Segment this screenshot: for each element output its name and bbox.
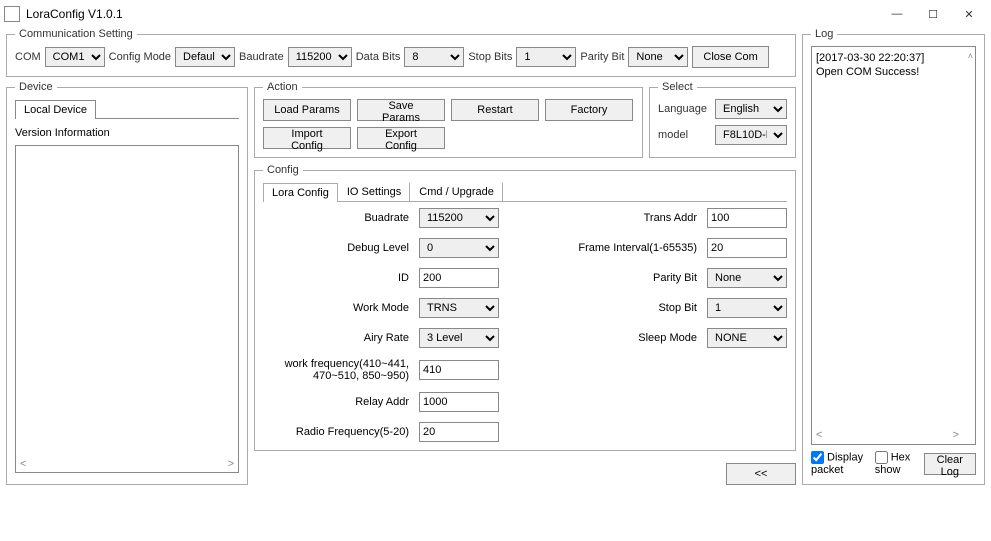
export-config-button[interactable]: Export Config [357,127,445,149]
close-com-button[interactable]: Close Com [692,46,768,68]
config-legend: Config [263,164,303,176]
databits-select[interactable]: 8 [404,47,464,67]
buadrate-label: Buadrate [263,212,413,224]
airy-rate-label: Airy Rate [263,332,413,344]
scroll-left-icon[interactable]: < [20,458,26,470]
id-label: ID [263,272,413,284]
buadrate-select[interactable]: 115200 [419,208,499,228]
scroll-right-icon[interactable]: > [953,428,959,442]
maximize-button[interactable]: ☐ [915,2,951,26]
work-mode-select[interactable]: TRNS [419,298,499,318]
log-line: [2017-03-30 22:20:37] [816,51,971,65]
window-title: LoraConfig V1.0.1 [26,7,879,21]
comm-legend: Communication Setting [15,28,137,40]
language-label: Language [658,103,707,115]
collapse-button[interactable]: << [726,463,796,485]
stopbits-label: Stop Bits [468,51,512,63]
action-legend: Action [263,81,302,93]
config-group: Config Lora Config IO Settings Cmd / Upg… [254,164,796,451]
parity-bit-label: Parity Bit [571,272,701,284]
sleep-mode-select[interactable]: NONE [707,328,787,348]
titlebar: LoraConfig V1.0.1 — ☐ ✕ [0,0,991,28]
databits-label: Data Bits [356,51,401,63]
relay-addr-input[interactable] [419,392,499,412]
work-frequency-label: work frequency(410~441, 470~510, 850~950… [263,358,413,382]
stop-bit-label: Stop Bit [571,302,701,314]
com-select[interactable]: COM1 [45,47,105,67]
model-label: model [658,129,707,141]
tab-local-device[interactable]: Local Device [15,100,96,119]
minimize-button[interactable]: — [879,2,915,26]
work-frequency-input[interactable] [419,360,499,380]
factory-button[interactable]: Factory [545,99,633,121]
log-group: Log ˄ [2017-03-30 22:20:37] Open COM Suc… [802,28,985,485]
config-mode-select[interactable]: Default [175,47,235,67]
display-packet-checkbox[interactable]: Display packet [811,451,867,476]
paritybit-select[interactable]: None [628,47,688,67]
action-group: Action Load Params Save Params Restart F… [254,81,643,158]
select-legend: Select [658,81,697,93]
select-group: Select Language English model F8L10D-N [649,81,796,158]
tab-cmd-upgrade[interactable]: Cmd / Upgrade [410,182,503,201]
log-line: Open COM Success! [816,65,971,79]
scroll-left-icon[interactable]: < [816,428,822,442]
device-group: Device Local Device Version Information … [6,81,248,485]
work-mode-label: Work Mode [263,302,413,314]
id-input[interactable] [419,268,499,288]
close-button[interactable]: ✕ [951,2,987,26]
airy-rate-select[interactable]: 3 Level [419,328,499,348]
load-params-button[interactable]: Load Params [263,99,351,121]
model-select[interactable]: F8L10D-N [715,125,787,145]
trans-addr-input[interactable] [707,208,787,228]
device-legend: Device [15,81,57,93]
paritybit-label: Parity Bit [580,51,624,63]
relay-addr-label: Relay Addr [263,396,413,408]
parity-bit-select[interactable]: None [707,268,787,288]
version-info-label: Version Information [15,127,239,139]
radio-frequency-input[interactable] [419,422,499,442]
app-icon [4,6,20,22]
scroll-up-icon[interactable]: ˄ [968,49,973,63]
save-params-button[interactable]: Save Params [357,99,445,121]
debug-level-select[interactable]: 0 [419,238,499,258]
tab-io-settings[interactable]: IO Settings [338,182,410,201]
communication-setting: Communication Setting COM COM1 Config Mo… [6,28,796,77]
radio-frequency-label: Radio Frequency(5-20) [263,426,413,438]
stop-bit-select[interactable]: 1 [707,298,787,318]
log-textarea[interactable]: ˄ [2017-03-30 22:20:37] Open COM Success… [811,46,976,445]
hex-show-checkbox[interactable]: Hex show [875,451,916,476]
sleep-mode-label: Sleep Mode [571,332,701,344]
import-config-button[interactable]: Import Config [263,127,351,149]
frame-interval-input[interactable] [707,238,787,258]
version-info-box: <> [15,145,239,473]
language-select[interactable]: English [715,99,787,119]
baudrate-label: Baudrate [239,51,284,63]
baudrate-select[interactable]: 115200 [288,47,352,67]
tab-lora-config[interactable]: Lora Config [263,183,338,202]
config-mode-label: Config Mode [109,51,171,63]
stopbits-select[interactable]: 1 [516,47,576,67]
com-label: COM [15,51,41,63]
log-legend: Log [811,28,837,40]
trans-addr-label: Trans Addr [571,212,701,224]
debug-level-label: Debug Level [263,242,413,254]
restart-button[interactable]: Restart [451,99,539,121]
frame-interval-label: Frame Interval(1-65535) [571,242,701,254]
scroll-right-icon[interactable]: > [228,458,234,470]
clear-log-button[interactable]: Clear Log [924,453,976,475]
